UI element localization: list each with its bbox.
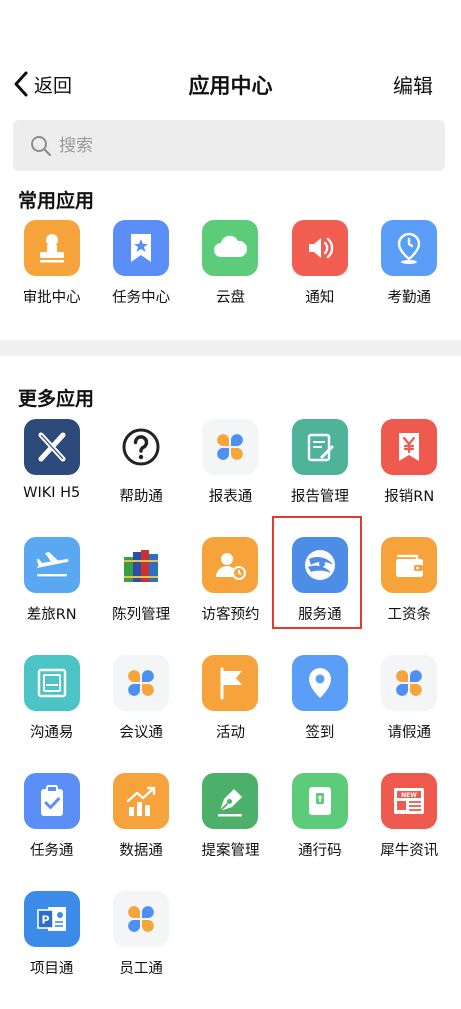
app-访客预约[interactable]: 访客预约 [186, 537, 275, 655]
yen-ribbon-icon [381, 419, 438, 475]
app-通知[interactable]: 通知 [275, 220, 364, 338]
svg-text:P: P [41, 914, 49, 927]
search-input[interactable] [57, 134, 421, 157]
report-document-icon [291, 419, 348, 475]
search-icon [31, 135, 52, 156]
app-犀牛资讯[interactable]: NEW 犀牛资讯 [365, 773, 454, 891]
app-label: 云盘 [215, 290, 245, 306]
app-label: 审批中心 [22, 290, 81, 306]
clover-icon [381, 655, 438, 711]
app-label: 差旅RN [26, 607, 77, 623]
clover-icon [113, 655, 170, 711]
app-label: 犀牛资讯 [380, 843, 439, 859]
back-label: 返回 [34, 74, 73, 97]
app-label: 通行码 [298, 843, 342, 859]
back-button[interactable]: 返回 [12, 70, 72, 98]
app-报销rn[interactable]: 报销RN [365, 419, 454, 537]
clover-icon [202, 419, 259, 475]
app-label: 员工通 [119, 961, 163, 977]
speaker-icon [291, 220, 348, 276]
section-divider [0, 340, 461, 356]
cloud-icon [202, 220, 259, 276]
common-apps-grid: 审批中心 任务中心 云盘 通知 考勤通 [7, 220, 454, 338]
app-label: 活动 [215, 725, 245, 741]
app-label: 任务中心 [112, 290, 171, 306]
app-wiki-h5[interactable]: WIKI H5 [7, 419, 96, 537]
airplane-icon [23, 537, 80, 593]
app-label: 报告管理 [290, 489, 349, 505]
app-陈列管理[interactable]: 陈列管理 [96, 537, 185, 655]
app-签到[interactable]: 签到 [275, 655, 364, 773]
app-label: 考勤通 [387, 290, 432, 306]
flag-icon [202, 655, 259, 711]
help-question-icon [113, 419, 170, 475]
navigation-bar: 返回 应用中心 编辑 [0, 58, 461, 110]
app-帮助通[interactable]: 帮助通 [96, 419, 185, 537]
app-员工通[interactable]: 员工通 [96, 891, 185, 1009]
chevron-left-icon [14, 71, 28, 97]
edit-button[interactable]: 编辑 [393, 70, 433, 99]
stamp-icon [23, 220, 80, 276]
app-服务通[interactable]: 服务通 [275, 537, 364, 655]
app-任务中心[interactable]: 任务中心 [96, 220, 185, 338]
clover-icon [113, 891, 170, 947]
service-swirl-icon [291, 537, 348, 593]
books-icon [113, 537, 170, 593]
bookmark-star-icon [113, 220, 170, 276]
app-请假通[interactable]: 请假通 [365, 655, 454, 773]
app-label: 会议通 [119, 725, 163, 741]
presentation-icon: P [23, 891, 80, 947]
app-沟通易[interactable]: 沟通易 [7, 655, 96, 773]
app-label: 帮助通 [119, 489, 163, 505]
svg-text:NEW: NEW [401, 792, 417, 799]
app-label: 任务通 [29, 843, 74, 859]
visitor-clock-icon [202, 537, 259, 593]
app-label: 数据通 [119, 843, 163, 859]
chat-box-icon [23, 655, 80, 711]
app-label: 项目通 [29, 961, 74, 977]
pen-nib-icon [202, 773, 259, 829]
app-提案管理[interactable]: 提案管理 [186, 773, 275, 891]
pass-code-icon [291, 773, 348, 829]
app-工资条[interactable]: 工资条 [365, 537, 454, 655]
app-项目通[interactable]: P 项目通 [7, 891, 96, 1009]
app-label: 报销RN [384, 489, 435, 505]
app-报表通[interactable]: 报表通 [186, 419, 275, 537]
app-通行码[interactable]: 通行码 [275, 773, 364, 891]
section-title-common: 常用应用 [18, 190, 95, 212]
app-label: 陈列管理 [112, 607, 171, 623]
app-label: WIKI H5 [23, 485, 81, 501]
wallet-icon [381, 537, 438, 593]
app-云盘[interactable]: 云盘 [186, 220, 275, 338]
app-label: 访客预约 [201, 607, 260, 623]
app-数据通[interactable]: 数据通 [96, 773, 185, 891]
app-差旅rn[interactable]: 差旅RN [7, 537, 96, 655]
clipboard-check-icon [23, 773, 80, 829]
app-label: 通知 [305, 290, 335, 306]
section-title-more: 更多应用 [18, 388, 95, 410]
app-label: 请假通 [387, 725, 432, 741]
search-bar[interactable] [13, 120, 445, 171]
app-审批中心[interactable]: 审批中心 [7, 220, 96, 338]
app-任务通[interactable]: 任务通 [7, 773, 96, 891]
location-clock-icon [381, 220, 438, 276]
chart-bars-icon [113, 773, 170, 829]
app-label: 工资条 [387, 607, 432, 623]
app-label: 提案管理 [201, 843, 260, 859]
app-考勤通[interactable]: 考勤通 [365, 220, 454, 338]
app-label: 报表通 [208, 489, 253, 505]
newspaper-icon: NEW [381, 773, 438, 829]
app-label: 签到 [305, 725, 335, 741]
app-活动[interactable]: 活动 [186, 655, 275, 773]
wiki-x-icon [23, 419, 80, 475]
app-label: 沟通易 [29, 725, 74, 741]
more-apps-grid: WIKI H5 帮助通 报表通 报告管理 报销RN 差旅RN 陈列管理 访客预约 服务通 工资条沟… [7, 419, 454, 1009]
map-pin-icon [291, 655, 348, 711]
app-报告管理[interactable]: 报告管理 [275, 419, 364, 537]
app-会议通[interactable]: 会议通 [96, 655, 185, 773]
app-label: 服务通 [298, 607, 342, 623]
